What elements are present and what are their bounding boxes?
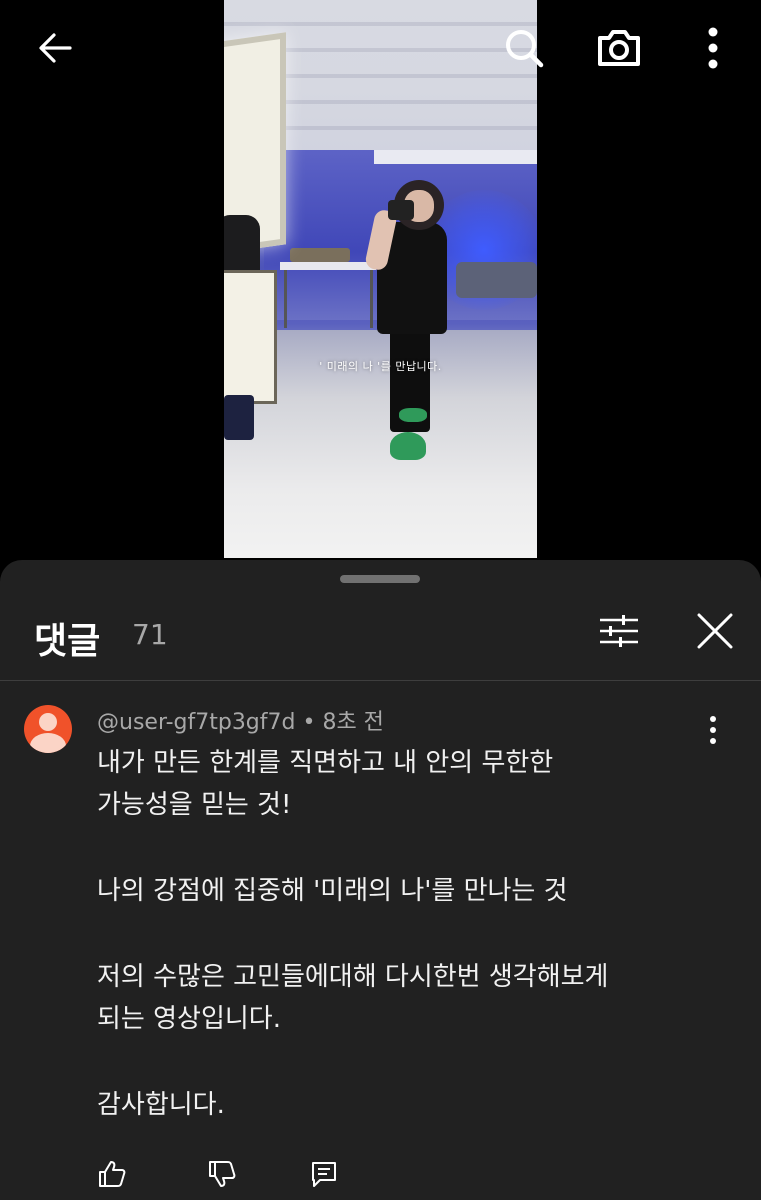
video-assistant-legs [224, 395, 254, 440]
video-desk-leg [284, 270, 287, 328]
comment-line: 감사합니다. [97, 1090, 225, 1120]
header-divider [0, 680, 761, 681]
dislike-icon[interactable] [206, 1158, 238, 1190]
comment-line: 나의 강점에 집중해 '미래의 나'를 만나는 것 [97, 876, 568, 906]
drag-handle[interactable] [340, 575, 420, 583]
comment-line: 내가 만든 한계를 직면하고 내 안의 무한한 [97, 748, 554, 778]
video-ceiling-light [374, 150, 537, 164]
video-camera [388, 200, 414, 220]
close-icon[interactable] [690, 606, 740, 656]
comment-blank-line [97, 826, 717, 870]
video-desk-leg [370, 270, 373, 328]
search-icon[interactable] [498, 22, 550, 74]
avatar-shoulders [30, 733, 66, 753]
comment-line: 되는 영상입니다. [97, 1004, 281, 1034]
reply-icon[interactable] [308, 1158, 340, 1190]
comment-item: @user-gf7tp3gf7d • 8초 전 내가 만든 한계를 직면하고 내… [0, 700, 761, 1200]
avatar[interactable] [24, 705, 72, 753]
video-desk [280, 262, 376, 270]
avatar-head [39, 713, 57, 731]
more-vert-icon[interactable] [688, 22, 740, 74]
video-desk-items [290, 248, 350, 262]
video-person-shoe [399, 408, 427, 422]
comments-count: 71 [132, 618, 168, 651]
comments-header: 댓글 71 [0, 600, 761, 680]
video-frame[interactable]: ' 미래의 나 '를 만납니다. [224, 0, 537, 558]
comment-blank-line [97, 1040, 717, 1084]
comments-title: 댓글 [34, 621, 101, 662]
back-arrow-icon[interactable] [30, 22, 82, 74]
comment-author-time[interactable]: @user-gf7tp3gf7d • 8초 전 [97, 704, 384, 736]
comment-body: 내가 만든 한계를 직면하고 내 안의 무한한 가능성을 믿는 것! 나의 강점… [97, 742, 717, 1126]
video-subtitle: ' 미래의 나 '를 만납니다. [319, 360, 442, 373]
video-player[interactable]: ' 미래의 나 '를 만납니다. [0, 0, 761, 560]
video-sofa [456, 262, 537, 298]
comment-line: 저의 수많은 고민들에대해 다시한번 생각해보게 [97, 962, 609, 992]
filter-sliders-icon[interactable] [594, 606, 644, 656]
comment-blank-line [97, 912, 717, 956]
comment-line: 가능성을 믿는 것! [97, 790, 292, 820]
like-icon[interactable] [96, 1158, 128, 1190]
camera-icon[interactable] [593, 22, 645, 74]
comments-sheet: 댓글 71 @user-gf7tp3gf7d • 8초 전 내가 만든 한계를 … [0, 560, 761, 1200]
video-reflector [224, 270, 277, 404]
video-person-shoe [390, 432, 426, 460]
